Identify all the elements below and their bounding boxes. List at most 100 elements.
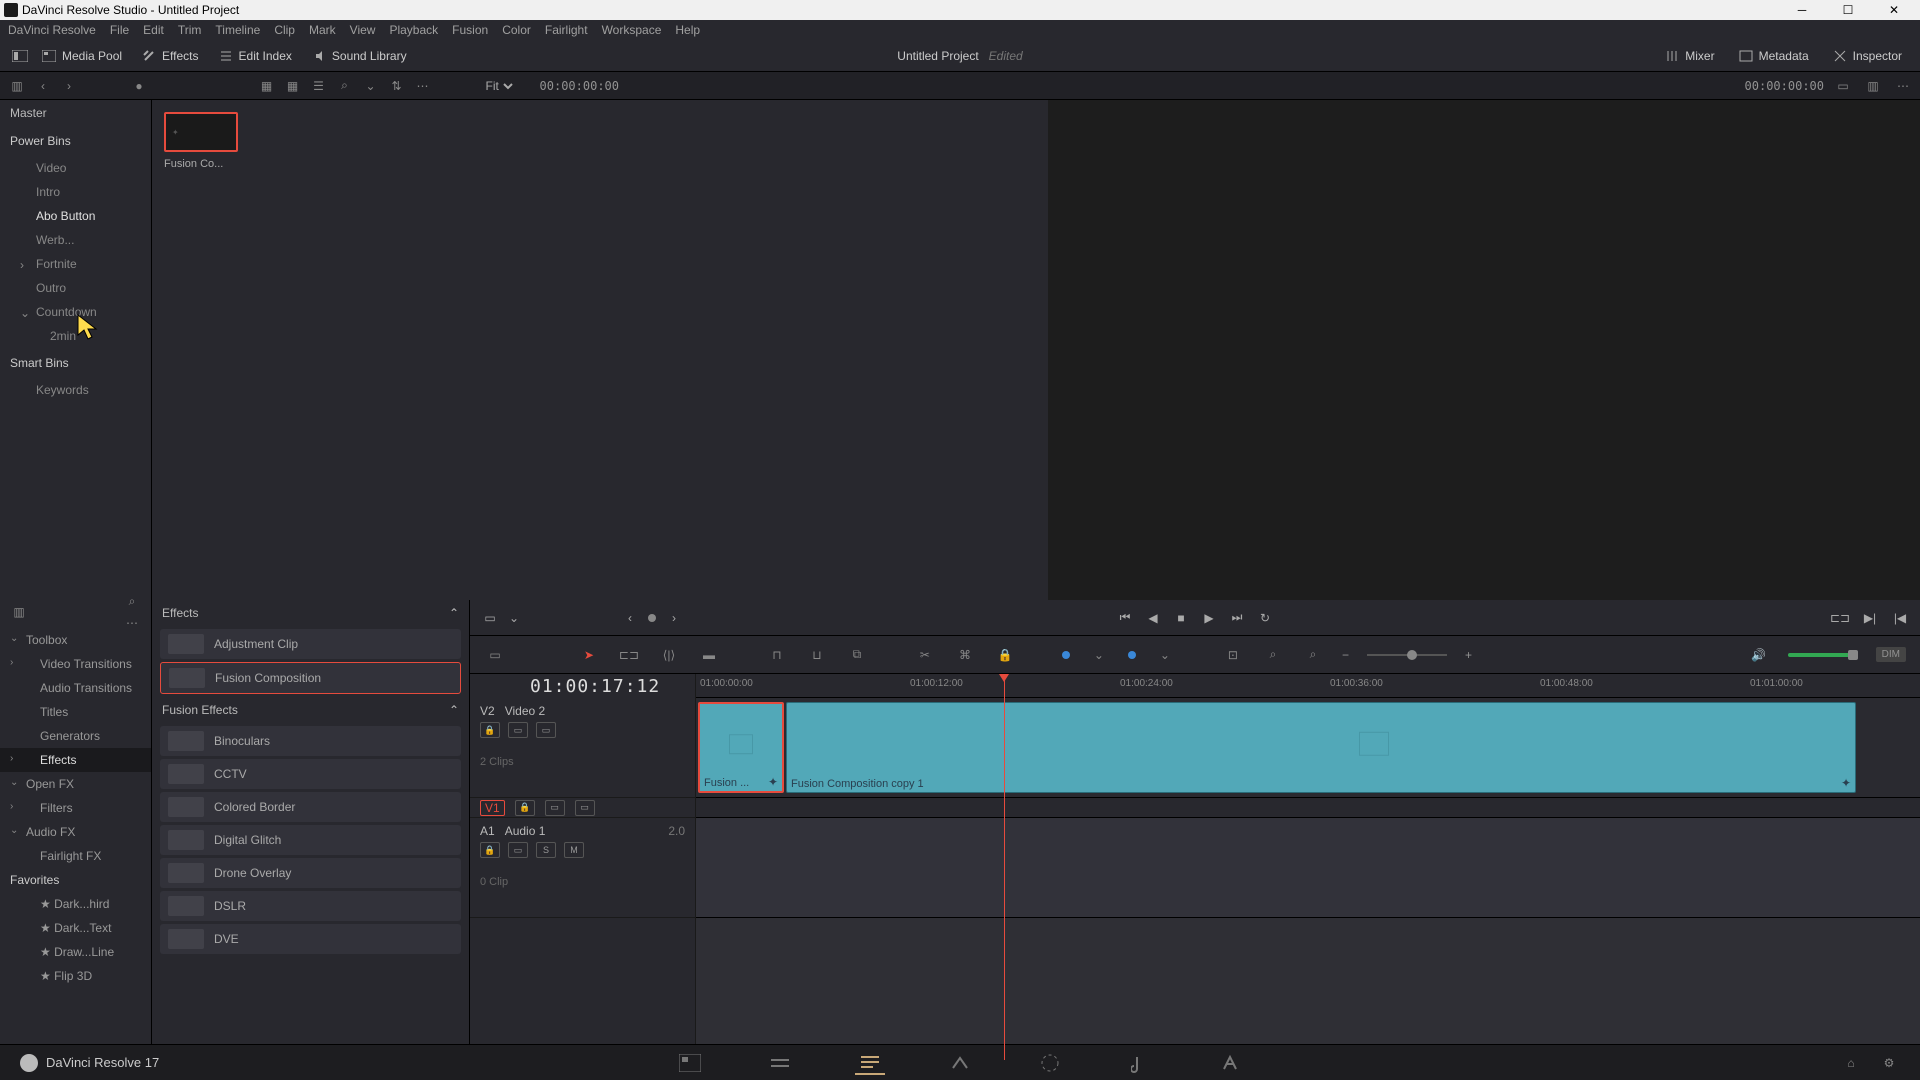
menu-item[interactable]: Help [675,23,700,37]
track-header-a1[interactable]: A1 Audio 12.0 🔒 ▭ S M 0 Clip [470,818,695,918]
fx-item[interactable]: Colored Border [160,792,461,822]
bin-item[interactable]: Keywords [0,378,151,402]
menu-item[interactable]: Fairlight [545,23,588,37]
tree-video-transitions[interactable]: ›Video Transitions [0,652,151,676]
menu-item[interactable]: Edit [143,23,164,37]
menu-item[interactable]: View [350,23,376,37]
tree-toolbox[interactable]: ⌄Toolbox [0,628,151,652]
flag-icon[interactable] [1062,651,1070,659]
media-pool-button[interactable]: Media Pool [32,45,132,67]
color-page-icon[interactable] [1035,1051,1065,1075]
fx-item[interactable]: Adjustment Clip [160,629,461,659]
fav-item[interactable]: ★ Draw...Line [0,940,151,964]
dual-view-icon[interactable]: ▭ [1832,75,1854,97]
power-bins-heading[interactable]: Power Bins [0,126,151,156]
media-page-icon[interactable] [675,1051,705,1075]
zoom-slider[interactable] [1367,654,1447,656]
marker-color-icon[interactable] [1128,651,1136,659]
fx-category[interactable]: Fusion Effects⌃ [152,697,469,723]
link-icon[interactable]: ⌘ [954,644,976,666]
lock-icon[interactable]: 🔒 [994,644,1016,666]
menu-item[interactable]: Fusion [452,23,488,37]
next-mark-icon[interactable]: › [664,608,684,628]
stop-button[interactable]: ■ [1171,608,1191,628]
volume-slider[interactable] [1788,653,1858,657]
menu-item[interactable]: DaVinci Resolve [8,23,96,37]
timeline-view-icon[interactable]: ▭ [484,644,506,666]
panel-toggle-icon[interactable]: ▥ [6,75,28,97]
blade-tool-icon[interactable]: ▬ [698,644,720,666]
deliver-page-icon[interactable] [1215,1051,1245,1075]
fav-item[interactable]: ★ Dark...hird [0,892,151,916]
tree-audiofx[interactable]: ⌄Audio FX [0,820,151,844]
dynamic-trim-icon[interactable]: ⟨|⟩ [658,644,680,666]
search-icon[interactable]: ⌕ [334,75,356,97]
fx-item-selected[interactable]: Fusion Composition [160,662,461,694]
menu-item[interactable]: Timeline [215,23,260,37]
panel-right-icon[interactable]: ▥ [1862,75,1884,97]
fx-category[interactable]: Effects⌃ [152,600,469,626]
video-toggle-icon[interactable]: ▭ [545,800,565,816]
back-icon[interactable]: ‹ [32,75,54,97]
fx-item[interactable]: Digital Glitch [160,825,461,855]
overwrite-icon[interactable]: ⊔ [806,644,828,666]
tree-favorites[interactable]: Favorites [0,868,151,892]
fx-item[interactable]: Binoculars [160,726,461,756]
layout-icon[interactable] [8,44,32,68]
trim-tool-icon[interactable]: ⊏⊐ [618,644,640,666]
loop-button[interactable]: ↻ [1255,608,1275,628]
ruler[interactable]: 01:00:00:00 01:00:12:00 01:00:24:00 01:0… [696,674,1920,698]
menu-item[interactable]: File [110,23,129,37]
marker-icon[interactable]: ▭ [480,608,500,628]
play-button[interactable]: ▶ [1199,608,1219,628]
home-icon[interactable]: ⌂ [1840,1052,1862,1074]
audio-toggle-icon[interactable]: ▭ [508,842,528,858]
clip[interactable]: Fusion Composition copy 1 ✦ [786,702,1856,793]
fusion-page-icon[interactable] [945,1051,975,1075]
lock-icon[interactable]: 🔒 [480,722,500,738]
track-lane-v2[interactable]: Fusion ... ✦ Fusion Composition copy 1 ✦ [696,698,1920,798]
list-view-icon[interactable]: ☰ [308,75,330,97]
tree-generators[interactable]: Generators [0,724,151,748]
razor-icon[interactable]: ✂ [914,644,936,666]
fx-item[interactable]: DVE [160,924,461,954]
bin-item[interactable]: Outro [0,276,151,300]
clip-selected[interactable]: Fusion ... ✦ [698,702,784,793]
bin-item-selected[interactable]: Abo Button [0,204,151,228]
fit-select[interactable]: Fit [482,78,516,94]
go-end-icon[interactable]: ▶| [1860,608,1880,628]
maximize-button[interactable]: ☐ [1826,0,1870,20]
lock-icon[interactable]: 🔒 [480,842,500,858]
track-lane-v1[interactable] [696,798,1920,818]
playhead[interactable] [1004,674,1005,1060]
fav-item[interactable]: ★ Dark...Text [0,916,151,940]
replace-icon[interactable]: ⧉ [846,644,868,666]
track-header-v2[interactable]: V2 Video 2 🔒 ▭ ▭ 2 Clips [470,698,695,798]
go-start-icon[interactable]: |◀ [1890,608,1910,628]
zoom-detail-icon[interactable]: ⌕ [1262,644,1284,666]
thumb-view-icon[interactable]: ▦ [256,75,278,97]
grid-view-icon[interactable]: ▦ [282,75,304,97]
media-pool[interactable]: Fusion Co... [152,100,1048,600]
metadata-button[interactable]: Metadata [1729,45,1819,67]
fx-item[interactable]: Drone Overlay [160,858,461,888]
tree-audio-transitions[interactable]: Audio Transitions [0,676,151,700]
first-frame-button[interactable]: ⏮ [1115,608,1135,628]
menu-item[interactable]: Trim [178,23,202,37]
solo-button[interactable]: S [536,842,556,858]
bin-item[interactable]: Intro [0,180,151,204]
more-icon[interactable]: ⋯ [1892,75,1914,97]
selection-tool-icon[interactable]: ➤ [578,644,600,666]
menu-item[interactable]: Color [502,23,531,37]
sort-icon[interactable]: ⇅ [386,75,408,97]
settings-icon[interactable]: ⚙ [1878,1052,1900,1074]
menu-item[interactable]: Playback [389,23,438,37]
track-header-v1[interactable]: V1 🔒 ▭ ▭ [470,798,695,818]
fav-item[interactable]: ★ Flip 3D [0,964,151,988]
dot-icon[interactable]: ● [128,75,150,97]
forward-icon[interactable]: › [58,75,80,97]
panel-toggle-icon[interactable]: ▥ [8,601,30,623]
tree-openfx[interactable]: ⌄Open FX [0,772,151,796]
bin-sub-item[interactable]: 2min [0,324,151,348]
inspector-button[interactable]: Inspector [1823,45,1912,67]
